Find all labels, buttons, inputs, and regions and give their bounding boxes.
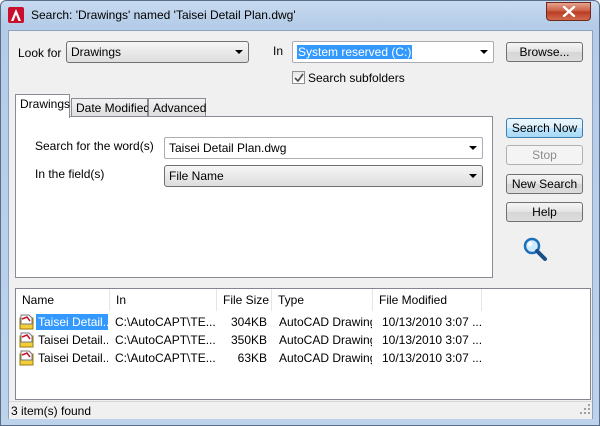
result-type: AutoCAD Drawing: [279, 333, 372, 347]
tab-advanced[interactable]: Advanced: [148, 98, 206, 118]
stop-button[interactable]: Stop: [506, 145, 583, 165]
window-title: Search: 'Drawings' named 'Taisei Detail …: [31, 8, 296, 22]
result-size: 63KB: [237, 351, 267, 365]
table-row[interactable]: Taisei Detail... C:\AutoCAPT\TE... 304KB…: [16, 313, 590, 331]
result-size: 304KB: [230, 315, 267, 329]
result-type: AutoCAD Drawing: [279, 315, 372, 329]
tab-drawings[interactable]: Drawings: [15, 94, 70, 118]
search-subfolders-checkbox[interactable]: [292, 71, 305, 84]
new-search-button[interactable]: New Search: [506, 174, 583, 194]
result-modified: 10/13/2010 3:07 ...: [382, 333, 482, 347]
dwg-file-icon: [19, 350, 35, 369]
look-for-label: Look for: [18, 46, 62, 60]
in-location-dropdown[interactable]: System reserved (C:): [292, 41, 494, 63]
in-fields-dropdown[interactable]: File Name: [164, 165, 483, 187]
tab-date-modified[interactable]: Date Modified: [71, 98, 150, 118]
title-bar[interactable]: Search: 'Drawings' named 'Taisei Detail …: [1, 1, 599, 29]
magnifier-icon: [522, 236, 548, 265]
browse-button[interactable]: Browse...: [506, 42, 583, 62]
result-in: C:\AutoCAPT\TE...: [115, 315, 216, 329]
in-label: In: [273, 44, 284, 58]
table-row[interactable]: Taisei Detail... C:\AutoCAPT\TE... 350KB…: [16, 331, 590, 349]
search-subfolders-label: Search subfolders: [308, 71, 405, 85]
result-name: Taisei Detail...: [38, 351, 108, 365]
results-list: Name In File Size Type File Modified Tai…: [15, 288, 591, 400]
search-words-dropdown[interactable]: Taisei Detail Plan.dwg: [164, 137, 483, 159]
in-fields-label: In the field(s): [35, 167, 105, 181]
result-name: Taisei Detail...: [38, 333, 108, 347]
result-name: Taisei Detail...: [36, 314, 108, 330]
result-modified: 10/13/2010 3:07 ...: [382, 351, 482, 365]
dialog-body: Look for Drawings In System reserved (C:…: [8, 30, 593, 419]
resize-grip-icon[interactable]: [579, 403, 591, 418]
search-now-button[interactable]: Search Now: [506, 118, 583, 138]
close-button[interactable]: [546, 2, 591, 21]
column-header-in[interactable]: In: [110, 289, 217, 311]
chevron-down-icon: [469, 174, 477, 178]
in-fields-value: File Name: [169, 169, 224, 183]
result-in: C:\AutoCAPT\TE...: [115, 333, 216, 347]
column-header-file-modified[interactable]: File Modified: [373, 289, 482, 311]
column-header-name[interactable]: Name: [16, 289, 110, 311]
autocad-logo-icon: [8, 7, 24, 23]
status-bar: 3 item(s) found: [9, 401, 592, 419]
look-for-value: Drawings: [71, 45, 122, 59]
chevron-down-icon: [469, 146, 477, 150]
look-for-dropdown[interactable]: Drawings: [66, 41, 249, 63]
in-location-value: System reserved (C:): [297, 45, 413, 59]
chevron-down-icon: [480, 50, 488, 54]
search-words-label: Search for the word(s): [35, 139, 154, 153]
column-header-file-size[interactable]: File Size: [217, 289, 272, 311]
result-size: 350KB: [230, 333, 267, 347]
search-words-value: Taisei Detail Plan.dwg: [169, 141, 287, 155]
result-type: AutoCAD Drawing: [279, 351, 372, 365]
column-header-type[interactable]: Type: [272, 289, 373, 311]
close-icon: [562, 6, 576, 17]
checkmark-icon: [294, 73, 304, 83]
table-row[interactable]: Taisei Detail... C:\AutoCAPT\TE... 63KB …: [16, 349, 590, 369]
status-text: 3 item(s) found: [11, 404, 92, 418]
result-modified: 10/13/2010 3:07 ...: [382, 315, 482, 329]
result-in: C:\AutoCAPT\TE...: [115, 351, 216, 365]
chevron-down-icon: [235, 50, 243, 54]
search-dialog: Search: 'Drawings' named 'Taisei Detail …: [0, 0, 600, 426]
help-button[interactable]: Help: [506, 202, 583, 222]
